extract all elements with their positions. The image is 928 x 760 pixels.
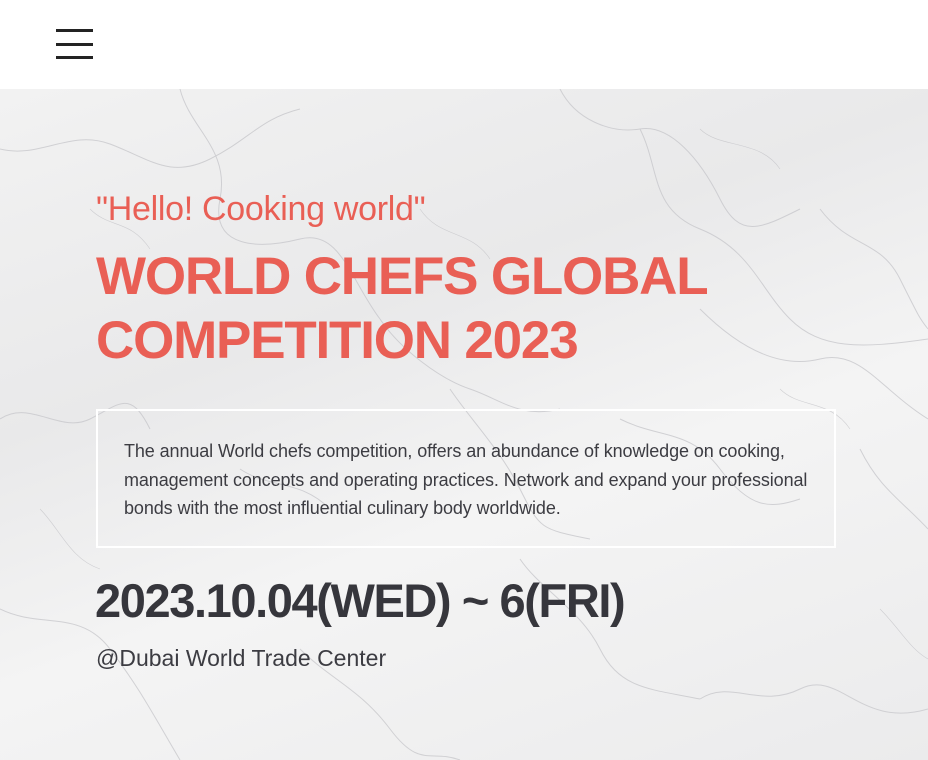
event-venue: @Dubai World Trade Center [96,645,387,671]
event-date: 2023.10.04(WED) ~ 6(FRI) [95,574,626,627]
title-line-1: WORLD CHEFS GLOBAL [96,247,709,306]
page-title: WORLD CHEFS GLOBAL COMPETITION 2023 [96,245,856,373]
description-box: The annual World chefs competition, offe… [96,409,836,548]
menu-bar-middle [56,42,93,46]
hero-tagline: "Hello! Cooking world" [96,190,426,228]
menu-bar-top [56,29,93,32]
title-line-2: COMPETITION 2023 [96,311,579,370]
menu-bar-bottom [56,56,93,59]
site-header [0,0,928,89]
hero-section: "Hello! Cooking world" WORLD CHEFS GLOBA… [0,89,928,760]
hamburger-menu-icon[interactable] [56,29,94,59]
description-text: The annual World chefs competition, offe… [124,441,808,518]
